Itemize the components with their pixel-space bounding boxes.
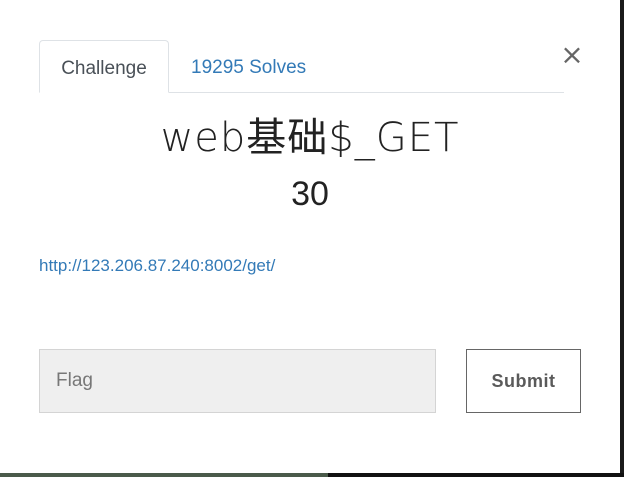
backdrop-edge-bottom [0, 473, 624, 477]
tab-solves[interactable]: 19295 Solves [169, 40, 328, 92]
challenge-tabs: Challenge 19295 Solves [39, 40, 564, 93]
submit-button[interactable]: Submit [466, 349, 581, 413]
tab-challenge-label: Challenge [61, 58, 147, 79]
challenge-points: 30 [291, 175, 329, 213]
challenge-url-link[interactable]: http://123.206.87.240:8002/get/ [39, 255, 275, 277]
backdrop-edge-bottom-right [328, 473, 624, 477]
tab-challenge[interactable]: Challenge [39, 40, 169, 93]
challenge-modal: Challenge 19295 Solves × web基础$_GET 30 h… [0, 0, 620, 473]
challenge-title: web基础$_GET [160, 115, 460, 161]
tab-solves-label: 19295 Solves [191, 57, 307, 78]
close-icon: × [560, 38, 584, 71]
page: Challenge 19295 Solves × web基础$_GET 30 h… [0, 0, 624, 477]
flag-input[interactable] [39, 349, 436, 413]
backdrop-edge-bottom-left [0, 473, 328, 477]
close-button[interactable]: × [559, 40, 585, 70]
backdrop-edge-right [620, 0, 624, 477]
